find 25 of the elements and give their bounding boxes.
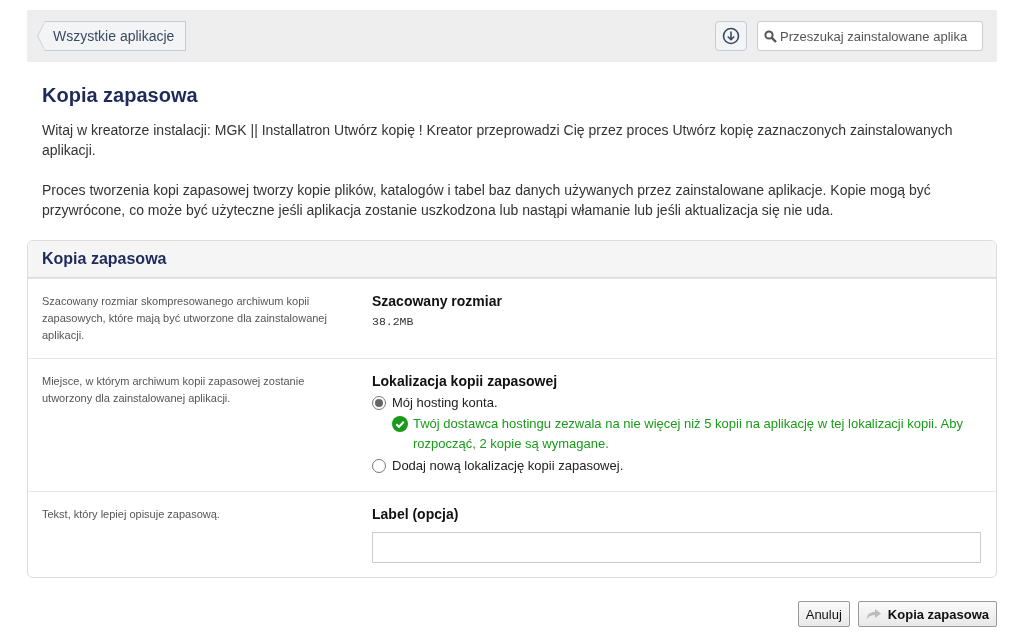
cancel-button[interactable]: Anuluj (797, 601, 850, 627)
back-button[interactable]: Wszystkie aplikacje (37, 21, 187, 51)
field-label: Szacowany rozmiar (372, 293, 503, 309)
size-value: 38.2MB (372, 315, 415, 328)
backup-button[interactable]: Kopia zapasowa (857, 601, 997, 627)
page-title: Kopia zapasowa (42, 84, 199, 107)
field-description: Tekst, który lepiej opisuje zapasową. (42, 507, 221, 522)
info-message: Twój dostawca hostingu zezwala na nie więcej niż 5 kopii na aplikację w tej lokalizacji kopii. Aby rozpocząć, 2 kopie są wymagane. (413, 415, 964, 453)
radio-label[interactable]: Mój hosting konta. (392, 395, 498, 410)
field-description: Miejsce, w którym archiwum kopii zapasowej zostanie utworzony dla zainstalowanej aplikacji. (42, 374, 306, 406)
field-description: Szacowany rozmiar skompresowanego archiwum kopii zapasowych, które mają być utworzone dla zainstalowanej aplikacji. (42, 294, 328, 343)
check-icon (392, 416, 408, 432)
intro-paragraph: Witaj w kreatorze instalacji: MGK || Installatron Utwórz kopię ! Kreator przeprowadzi Cię przez proces Utwórz kopię zaznaczonych zainstalowanych aplikacji. (42, 121, 954, 160)
panel-header: Kopia zapasowa (28, 241, 996, 278)
radio-button[interactable] (372, 395, 386, 410)
radio-button[interactable] (372, 458, 386, 473)
field-label: Label (opcja) (372, 506, 460, 522)
field-label: Lokalizacja kopii zapasowej (372, 373, 559, 389)
radio-label[interactable]: Dodaj nową lokalizację kopii zapasowej. (392, 458, 624, 473)
search-field[interactable]: Przeszukaj zainstalowane aplika (757, 21, 983, 51)
download-icon (722, 27, 740, 45)
forward-arrow-icon (865, 608, 882, 620)
label-input[interactable] (372, 532, 981, 563)
intro-paragraph: Proces tworzenia kopi zapasowej tworzy kopie plików, katalogów i tabel baz danych używanych przez zainstalowane aplikacje. Kopie mogą być przywrócone, co może być użyteczne jeśli aplikacja zostanie uszkodzona lub nastąpi włamanie lub jeśli aktualizacja się nie uda. (42, 181, 932, 220)
download-button[interactable] (715, 21, 747, 51)
